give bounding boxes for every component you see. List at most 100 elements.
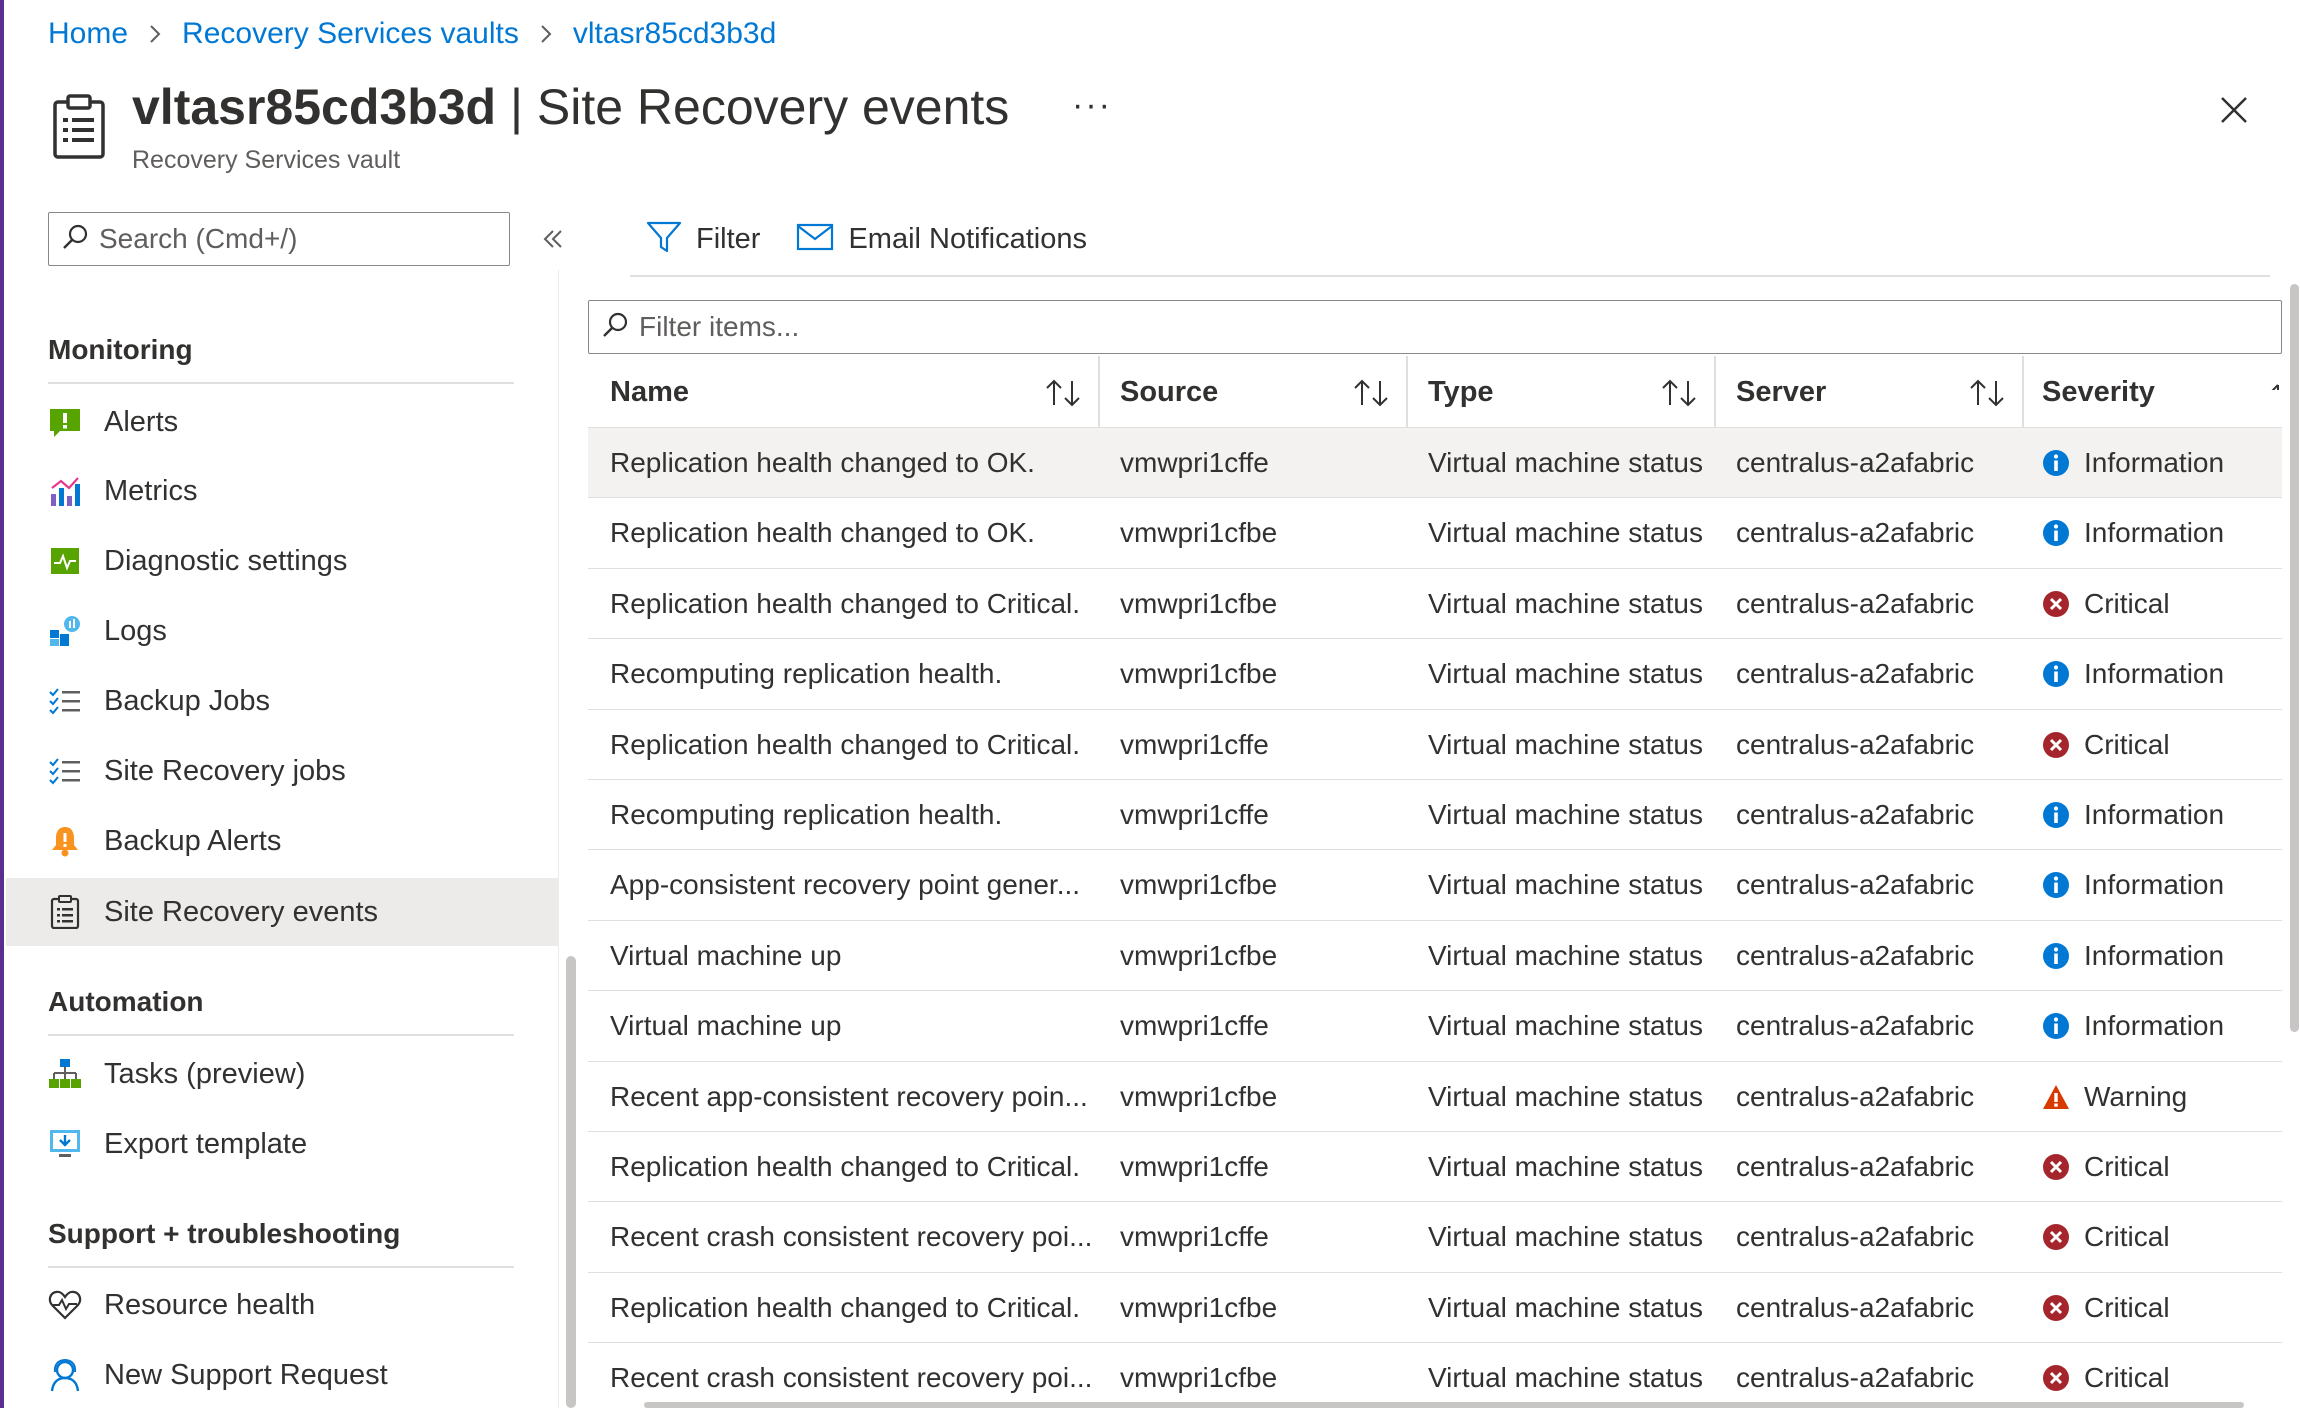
column-header-name[interactable]: Name [588,356,1098,428]
cell-type: Virtual machine status [1428,517,1703,549]
grid-body: Replication health changed to OK. vmwpri1… [588,428,2282,1408]
cell-type: Virtual machine status [1428,869,1703,901]
sort-icon[interactable] [1660,378,1700,408]
sidebar-item-site-recovery-jobs[interactable]: Site Recovery jobs [6,737,558,805]
grid-vertical-scrollbar[interactable] [2290,284,2299,1032]
column-header-severity[interactable]: Severity [2022,356,2282,428]
error-icon [2042,590,2084,618]
cell-name: App-consistent recovery point gener... [610,869,1081,901]
table-row[interactable]: Recent app-consistent recovery poin... vm… [588,1062,2282,1132]
cell-severity: Critical [2022,569,2282,639]
sidebar-item-label: Backup Jobs [104,684,271,717]
table-row[interactable]: Replication health changed to Critical. v… [588,710,2282,780]
cell-name: Recent crash consistent recovery poi... [610,1221,1093,1253]
sidebar-item-new-support-request[interactable]: New Support Request [6,1341,558,1408]
support-person-icon [48,1358,82,1392]
chevron-right-icon [148,23,162,45]
sidebar-border [558,270,559,1408]
bell-icon [48,824,82,858]
sidebar-item-backup-jobs[interactable]: Backup Jobs [6,667,558,735]
table-row[interactable]: Recent crash consistent recovery poi... v… [588,1202,2282,1273]
search-icon [601,311,629,344]
table-row[interactable]: Virtual machine up vmwpri1cfbe Virtual mac… [588,921,2282,992]
logs-icon [48,614,82,648]
column-header-source[interactable]: Source [1098,356,1406,428]
sidebar-item-diagnostic-settings[interactable]: Diagnostic settings [6,527,558,595]
sidebar-item-label: New Support Request [104,1358,388,1391]
table-row[interactable]: Replication health changed to Critical. v… [588,569,2282,640]
breadcrumb-vault[interactable]: vltasr85cd3b3d [573,17,776,51]
info-icon [2042,449,2084,477]
toolbar-divider [630,275,2270,277]
grid-filter[interactable] [588,300,2282,354]
sort-icon[interactable] [1044,378,1084,408]
cell-name: Replication health changed to Critical. [610,1150,1081,1182]
cell-type: Virtual machine status [1428,1080,1703,1112]
cell-server: centralus-a2afabric [1736,517,1975,549]
sidebar-item-resource-health[interactable]: Resource health [6,1271,558,1339]
mail-icon [796,223,834,256]
column-header-type[interactable]: Type [1406,356,1714,428]
severity-label: Information [2084,798,2225,830]
filter-items-input[interactable] [639,311,2239,343]
sort-icon[interactable] [2270,374,2282,390]
column-header-label: Name [610,375,689,408]
table-row[interactable]: Virtual machine up vmwpri1cffe Virtual mac… [588,991,2282,1062]
column-header-label: Type [1428,375,1494,408]
sort-icon[interactable] [1352,378,1392,408]
table-row[interactable]: App-consistent recovery point gener... vm… [588,850,2282,921]
cell-source: vmwpri1cfbe [1120,1291,1278,1323]
breadcrumb-home[interactable]: Home [48,17,128,51]
filter-button[interactable]: Filter [646,220,760,259]
nav-divider [48,382,514,384]
cell-severity: Information [2022,498,2282,568]
table-row[interactable]: Replication health changed to Critical. v… [588,1132,2282,1203]
nav-divider [48,1266,514,1268]
cell-source: vmwpri1cffe [1120,728,1269,760]
table-row[interactable]: Recent crash consistent recovery poi... v… [588,1343,2282,1408]
cell-server: centralus-a2afabric [1736,1362,1975,1394]
severity-label: Critical [2084,587,2170,619]
sidebar-scrollbar[interactable] [566,956,576,1408]
more-options-button[interactable]: ··· [1072,86,1112,125]
sidebar-item-metrics[interactable]: Metrics [6,457,558,525]
table-row[interactable]: Replication health changed to OK. vmwpri1… [588,428,2282,499]
column-header-label: Server [1736,375,1827,408]
sidebar-item-label: Export template [104,1127,308,1160]
cell-name: Replication health changed to OK. [610,517,1035,549]
cell-severity: Warning [2022,1062,2282,1132]
collapse-sidebar-icon[interactable] [536,222,570,256]
table-row[interactable]: Replication health changed to OK. vmwpri1… [588,498,2282,569]
breadcrumb-recovery-services-vaults[interactable]: Recovery Services vaults [182,17,519,51]
table-row[interactable]: Replication health changed to Critical. v… [588,1273,2282,1344]
cell-source: vmwpri1cffe [1120,447,1269,478]
alert-icon [48,405,82,439]
cell-server: centralus-a2afabric [1736,798,1975,830]
portal-accent-edge [0,0,4,1408]
filter-icon [646,220,682,259]
error-icon [2042,1153,2084,1181]
sidebar-item-label: Logs [104,614,167,647]
metrics-icon [48,474,82,508]
grid-horizontal-scrollbar[interactable] [644,1402,2244,1408]
close-icon[interactable] [2212,88,2256,132]
cell-server: centralus-a2afabric [1736,587,1975,619]
sidebar-item-export-template[interactable]: Export template [6,1110,558,1178]
sidebar-item-site-recovery-events[interactable]: Site Recovery events [6,878,558,946]
table-row[interactable]: Recomputing replication health. vmwpri1cf… [588,780,2282,851]
sort-icon[interactable] [1968,378,2008,408]
sidebar-item-label: Metrics [104,474,198,507]
sidebar-search-input[interactable] [99,223,499,255]
sidebar-search[interactable] [48,212,510,266]
sidebar-item-alerts[interactable]: Alerts [6,388,558,456]
column-header-server[interactable]: Server [1714,356,2022,428]
sidebar-item-backup-alerts[interactable]: Backup Alerts [6,807,558,875]
sidebar-item-tasks-preview[interactable]: Tasks (preview) [6,1040,558,1108]
cell-type: Virtual machine status [1428,798,1703,830]
cell-name: Recomputing replication health. [610,658,1003,690]
email-notifications-button[interactable]: Email Notifications [796,223,1087,256]
table-row[interactable]: Recomputing replication health. vmwpri1cf… [588,639,2282,710]
sidebar-item-label: Tasks (preview) [104,1057,306,1090]
sidebar-item-logs[interactable]: Logs [6,597,558,665]
severity-label: Critical [2084,1291,2170,1323]
